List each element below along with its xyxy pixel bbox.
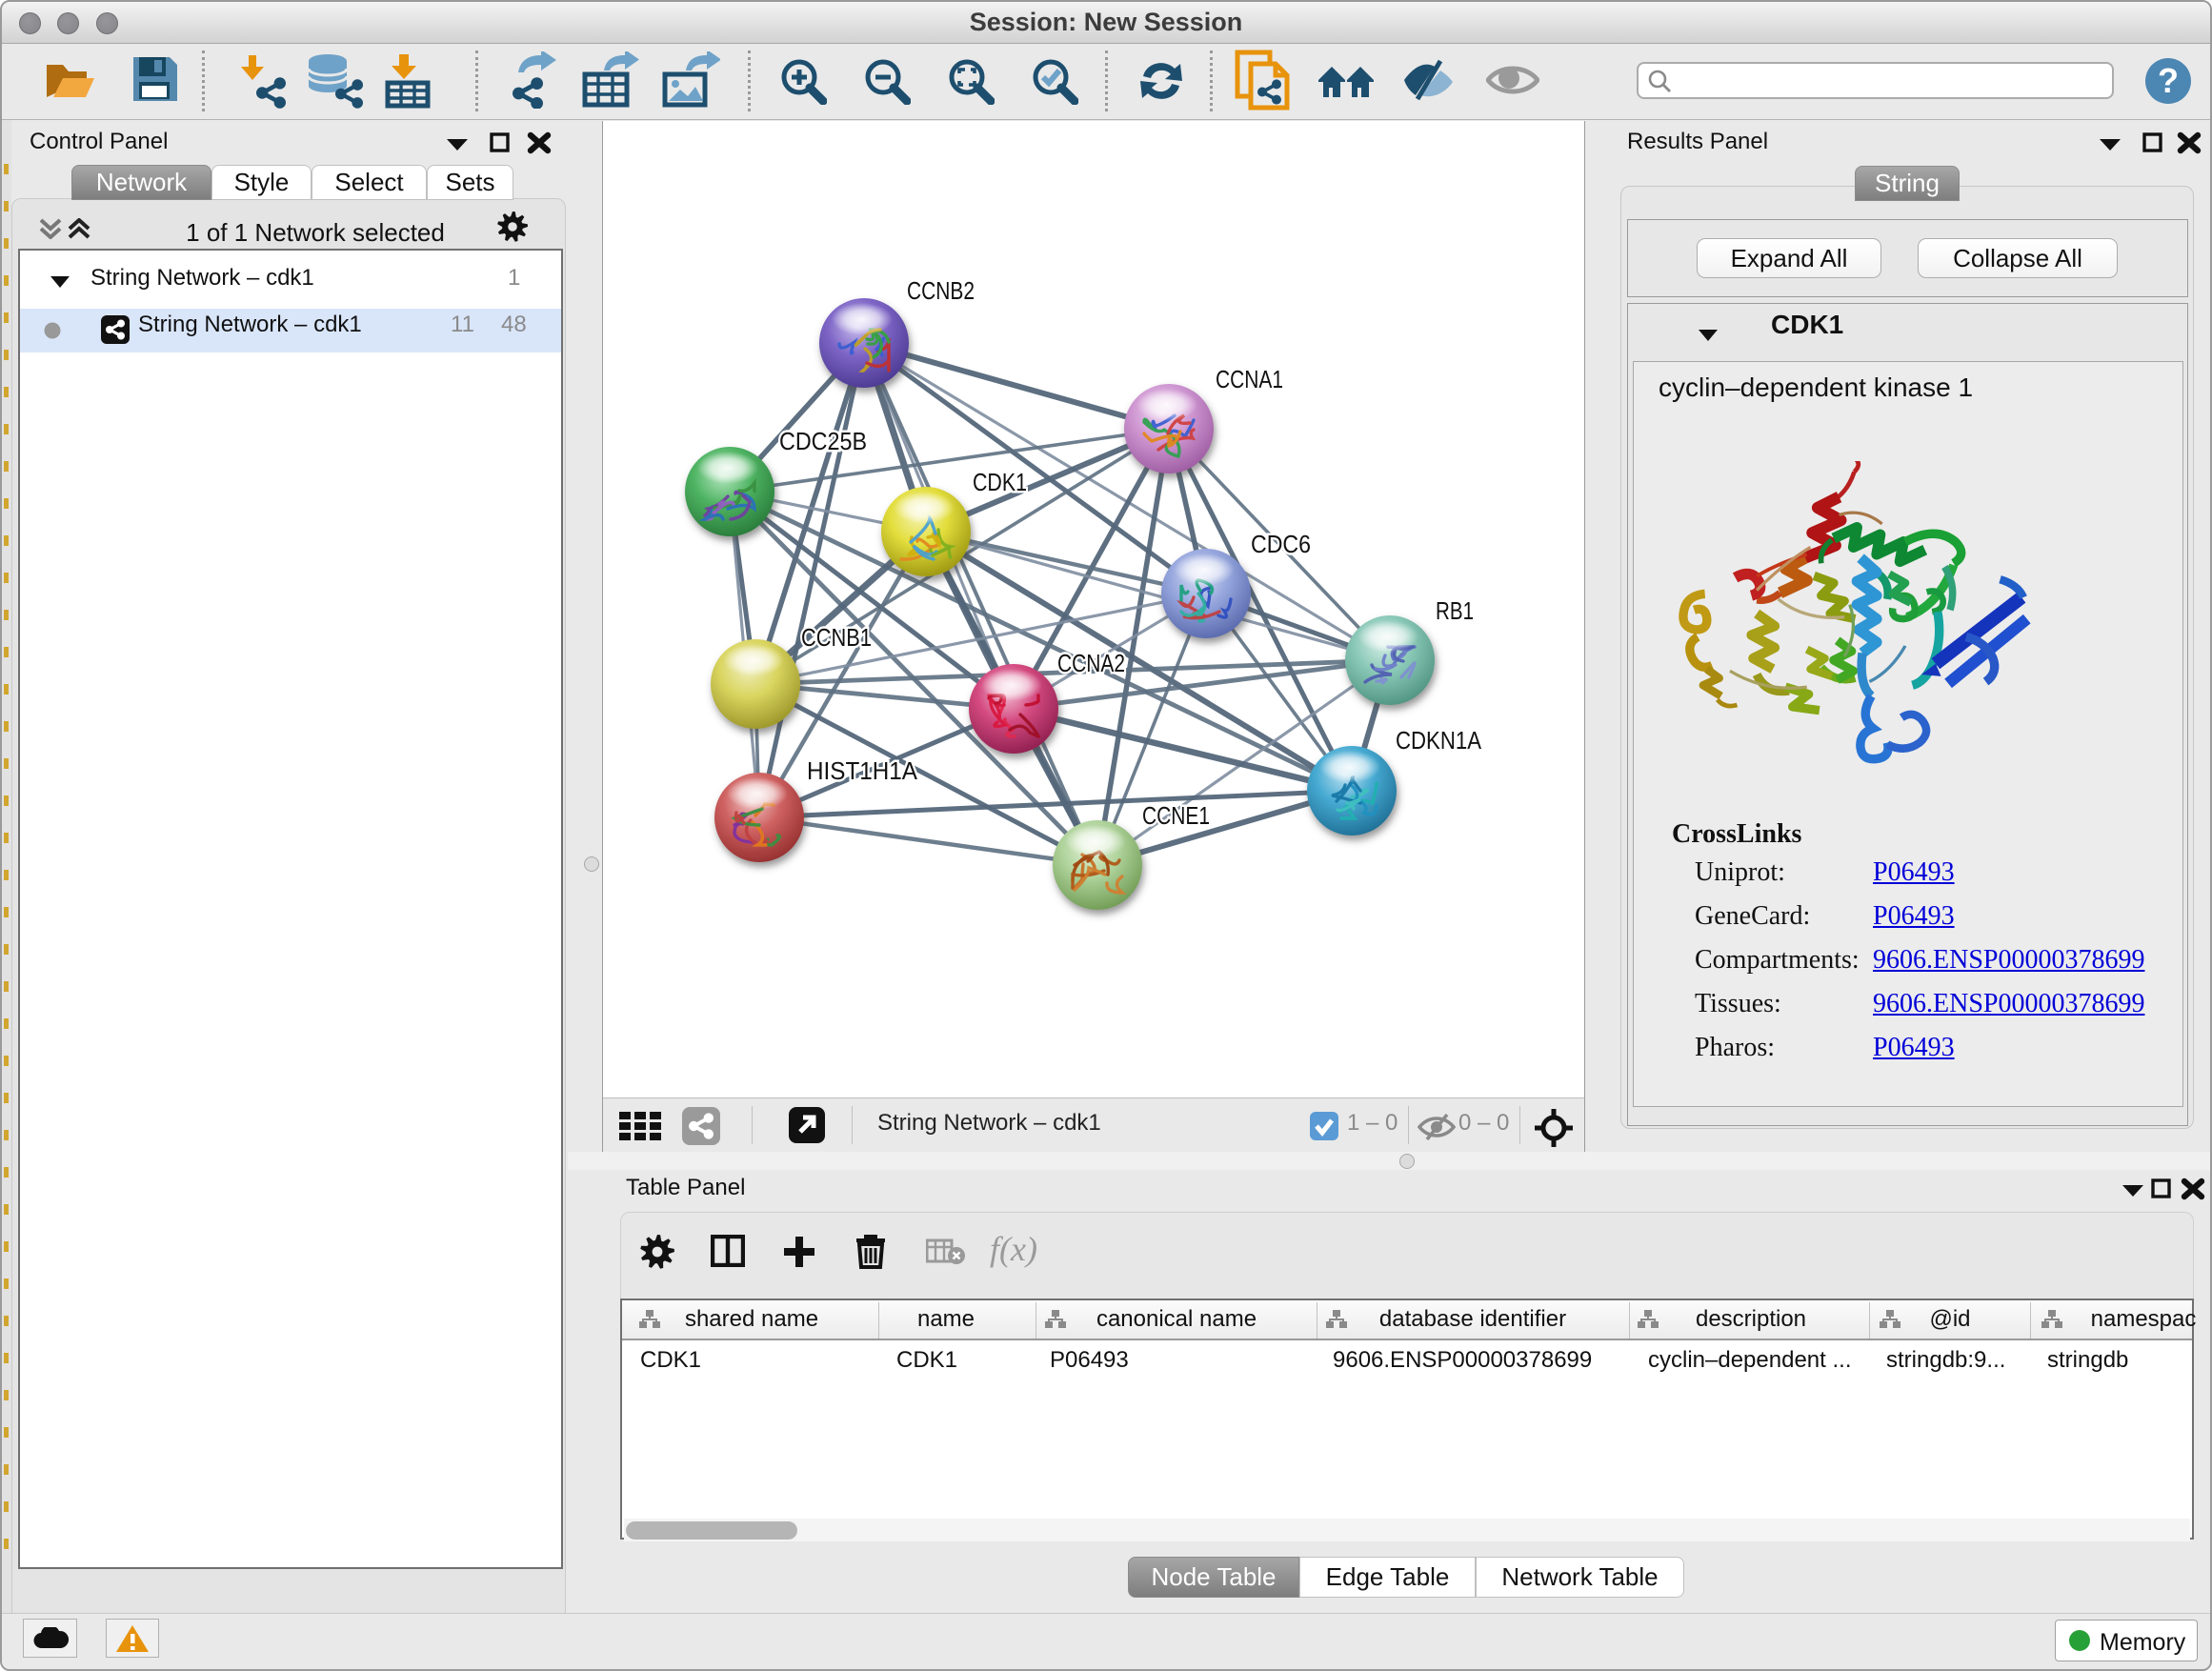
- svg-text:CCNA1: CCNA1: [1216, 365, 1283, 393]
- svg-text:CDC6: CDC6: [1251, 530, 1311, 558]
- svg-text:RB1: RB1: [1436, 596, 1474, 625]
- svg-text:CCNE1: CCNE1: [1142, 801, 1210, 830]
- svg-text:CDC25B: CDC25B: [779, 427, 867, 455]
- svg-text:CDK1: CDK1: [973, 468, 1027, 496]
- svg-text:CCNB2: CCNB2: [907, 276, 975, 305]
- svg-text:CCNB1: CCNB1: [801, 623, 872, 652]
- svg-text:CDKN1A: CDKN1A: [1396, 726, 1482, 755]
- svg-text:CCNA2: CCNA2: [1057, 649, 1125, 677]
- svg-text:HIST1H1A: HIST1H1A: [807, 756, 918, 785]
- svg-text:?: ?: [2158, 61, 2179, 100]
